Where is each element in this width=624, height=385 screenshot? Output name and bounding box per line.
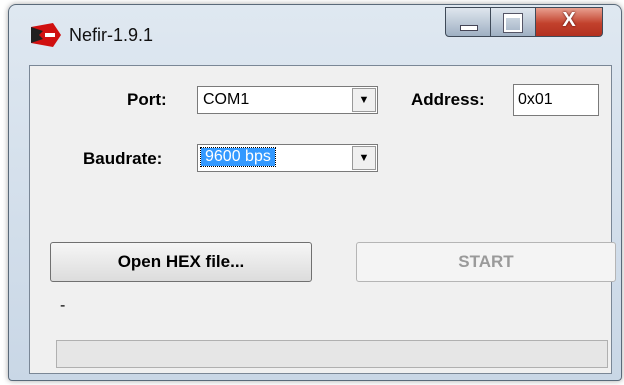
progress-bar bbox=[56, 340, 608, 368]
address-input[interactable]: 0x01 bbox=[513, 84, 599, 116]
minimize-button[interactable] bbox=[445, 7, 491, 37]
app-icon bbox=[31, 23, 61, 47]
close-button[interactable]: X bbox=[535, 7, 603, 37]
title-bar[interactable]: Nefir-1.9.1 X bbox=[9, 5, 621, 63]
baudrate-value: 9600 bps bbox=[200, 147, 276, 167]
chevron-down-icon[interactable]: ▼ bbox=[352, 146, 376, 170]
minimize-icon bbox=[460, 25, 478, 31]
address-value: 0x01 bbox=[518, 91, 553, 108]
chevron-down-icon[interactable]: ▼ bbox=[352, 88, 376, 112]
port-select[interactable]: COM1 ▼ bbox=[197, 86, 378, 114]
window-title: Nefir-1.9.1 bbox=[69, 25, 154, 45]
open-hex-button[interactable]: Open HEX file... bbox=[50, 242, 312, 282]
maximize-button[interactable] bbox=[490, 7, 536, 37]
port-value: COM1 bbox=[203, 91, 250, 108]
close-icon: X bbox=[562, 9, 576, 31]
app-window: Nefir-1.9.1 X Port: COM1 ▼ Address: 0x01… bbox=[8, 4, 622, 381]
start-button[interactable]: START bbox=[356, 242, 616, 282]
status-text: - bbox=[60, 297, 66, 314]
baudrate-select[interactable]: 9600 bps ▼ bbox=[197, 144, 378, 172]
maximize-icon bbox=[503, 13, 523, 33]
baudrate-label: Baudrate: bbox=[83, 149, 163, 168]
address-label: Address: bbox=[411, 90, 485, 109]
port-label: Port: bbox=[127, 90, 167, 109]
client-area: Port: COM1 ▼ Address: 0x01 Baudrate: 960… bbox=[29, 65, 616, 374]
